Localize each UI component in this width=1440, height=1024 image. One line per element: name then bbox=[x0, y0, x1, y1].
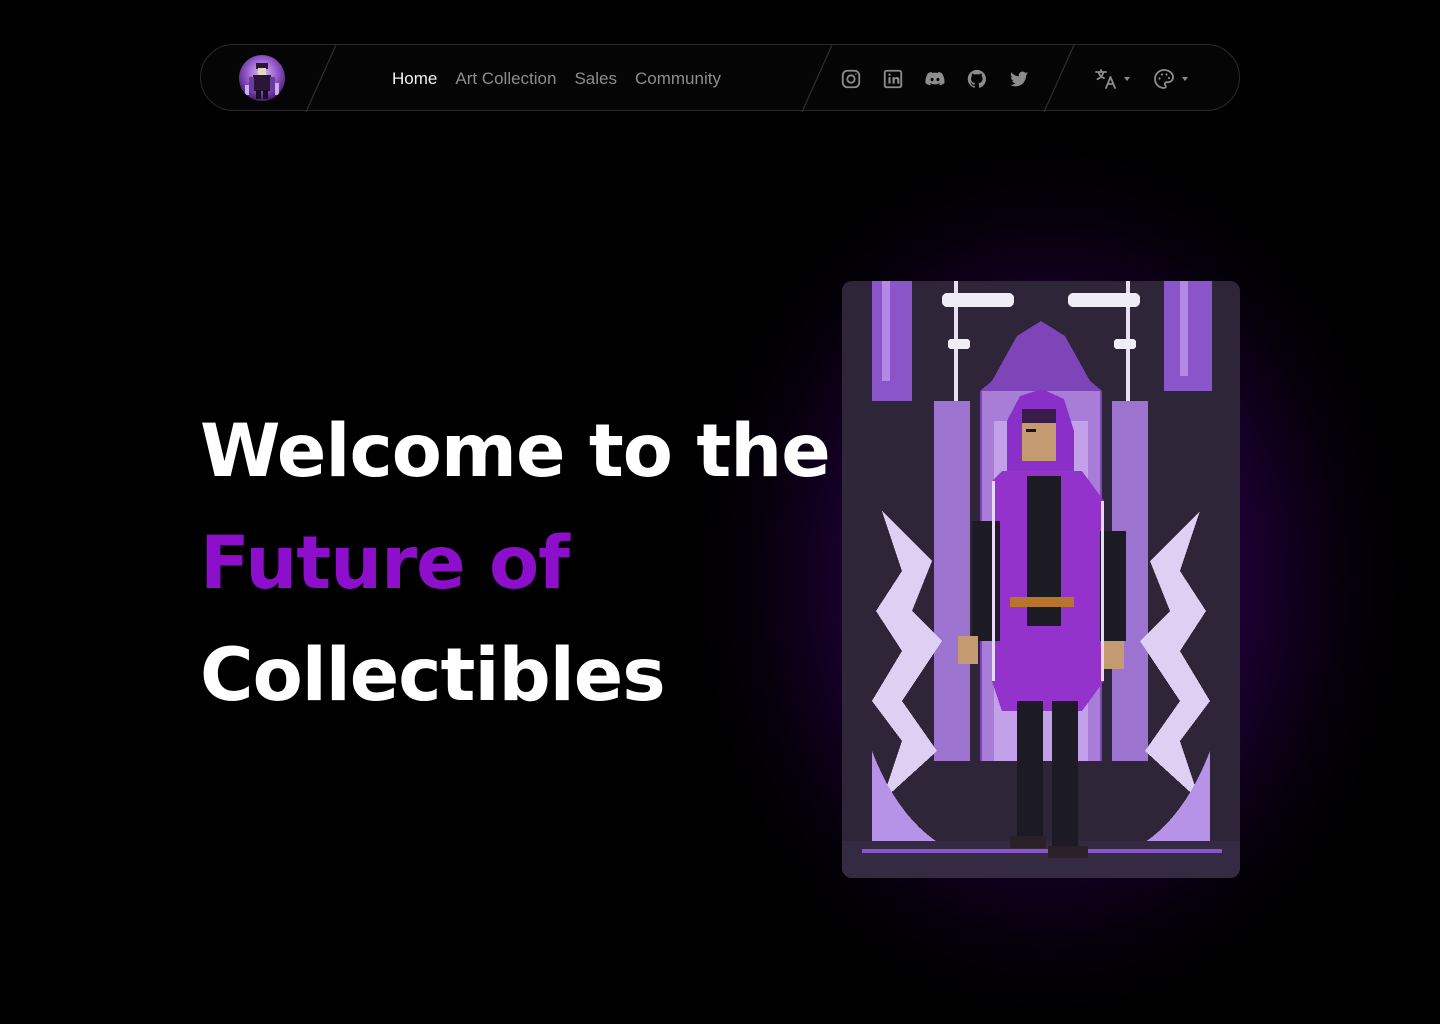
chevron-down-icon bbox=[1124, 76, 1130, 81]
discord-icon[interactable] bbox=[924, 68, 946, 90]
hero-heading: Welcome to the Future of Collectibles bbox=[200, 396, 831, 732]
avatar-logo-icon[interactable] bbox=[239, 55, 285, 101]
nav-divider bbox=[1041, 45, 1077, 112]
theme-dropdown[interactable] bbox=[1152, 67, 1188, 91]
chevron-down-icon bbox=[1182, 76, 1188, 81]
palette-icon bbox=[1154, 68, 1174, 89]
translate-icon bbox=[1095, 68, 1116, 89]
nav-link-sales[interactable]: Sales bbox=[574, 69, 617, 89]
nav-links: Home Art Collection Sales Community bbox=[392, 45, 721, 112]
navbar: Home Art Collection Sales Community bbox=[200, 44, 1240, 112]
nav-link-community[interactable]: Community bbox=[635, 69, 721, 89]
hero-line-future: Future of bbox=[200, 521, 570, 606]
nav-controls bbox=[1094, 45, 1188, 112]
nav-divider bbox=[303, 45, 339, 112]
language-dropdown[interactable] bbox=[1094, 67, 1130, 91]
github-icon[interactable] bbox=[966, 68, 988, 90]
landing-page: Home Art Collection Sales Community Welc… bbox=[0, 0, 1440, 1024]
pixel-art-hooded-figure-image bbox=[842, 281, 1240, 878]
hero-line-welcome: Welcome to the bbox=[200, 409, 831, 494]
nav-link-home[interactable]: Home bbox=[392, 69, 437, 89]
linkedin-icon[interactable] bbox=[882, 68, 904, 90]
instagram-icon[interactable] bbox=[840, 68, 862, 90]
social-links bbox=[840, 45, 1030, 112]
hero-line-collectibles: Collectibles bbox=[200, 633, 666, 718]
nav-divider bbox=[799, 45, 835, 112]
nav-link-art-collection[interactable]: Art Collection bbox=[455, 69, 556, 89]
twitter-icon[interactable] bbox=[1008, 68, 1030, 90]
